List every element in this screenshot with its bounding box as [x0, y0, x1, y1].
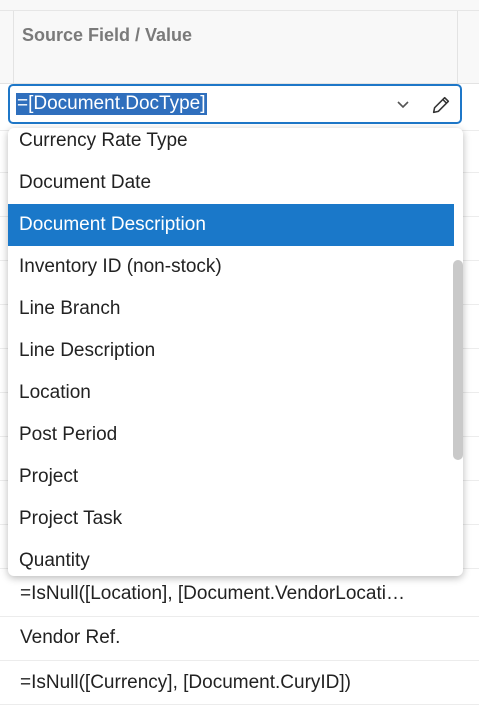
dropdown-option[interactable]: Document Date	[8, 162, 454, 204]
dropdown-option[interactable]: Project	[8, 456, 454, 498]
row-divider	[0, 704, 479, 705]
chevron-down-icon[interactable]	[395, 96, 411, 112]
dropdown-option[interactable]: Location	[8, 372, 454, 414]
dropdown-option[interactable]: Post Period	[8, 414, 454, 456]
row-divider	[0, 660, 479, 661]
column-divider	[457, 11, 458, 83]
row-divider	[0, 616, 479, 617]
table-row[interactable]: =IsNull([Currency], [Document.CuryID])	[20, 672, 452, 694]
column-header-source-field[interactable]: Source Field / Value	[22, 25, 192, 46]
dropdown-option[interactable]: Currency Rate Type	[8, 128, 454, 162]
dropdown-scrollbar[interactable]	[453, 260, 463, 460]
dropdown-option[interactable]: Line Description	[8, 330, 454, 372]
source-field-combobox[interactable]: =[Document.DocType]	[8, 84, 462, 124]
mapping-grid: Source Field / Value =IsNull([Location],…	[0, 0, 479, 712]
combobox-input-value[interactable]: =[Document.DocType]	[16, 93, 207, 115]
dropdown-option[interactable]: Inventory ID (non-stock)	[8, 246, 454, 288]
pencil-icon[interactable]	[430, 94, 452, 116]
dropdown-option[interactable]: Line Branch	[8, 288, 454, 330]
column-divider	[13, 11, 14, 83]
dropdown-option[interactable]: Project Task	[8, 498, 454, 540]
dropdown-option[interactable]: Quantity	[8, 540, 454, 576]
grid-header: Source Field / Value	[0, 11, 479, 84]
source-field-dropdown[interactable]: Currency Rate Type Document Date Documen…	[8, 128, 463, 576]
table-row[interactable]: =IsNull([Location], [Document.VendorLoca…	[20, 583, 452, 605]
table-row[interactable]: Vendor Ref.	[20, 627, 452, 649]
dropdown-options-list: Currency Rate Type Document Date Documen…	[8, 128, 454, 576]
dropdown-option-selected[interactable]: Document Description	[8, 204, 454, 246]
grid-top-strip	[0, 0, 479, 11]
